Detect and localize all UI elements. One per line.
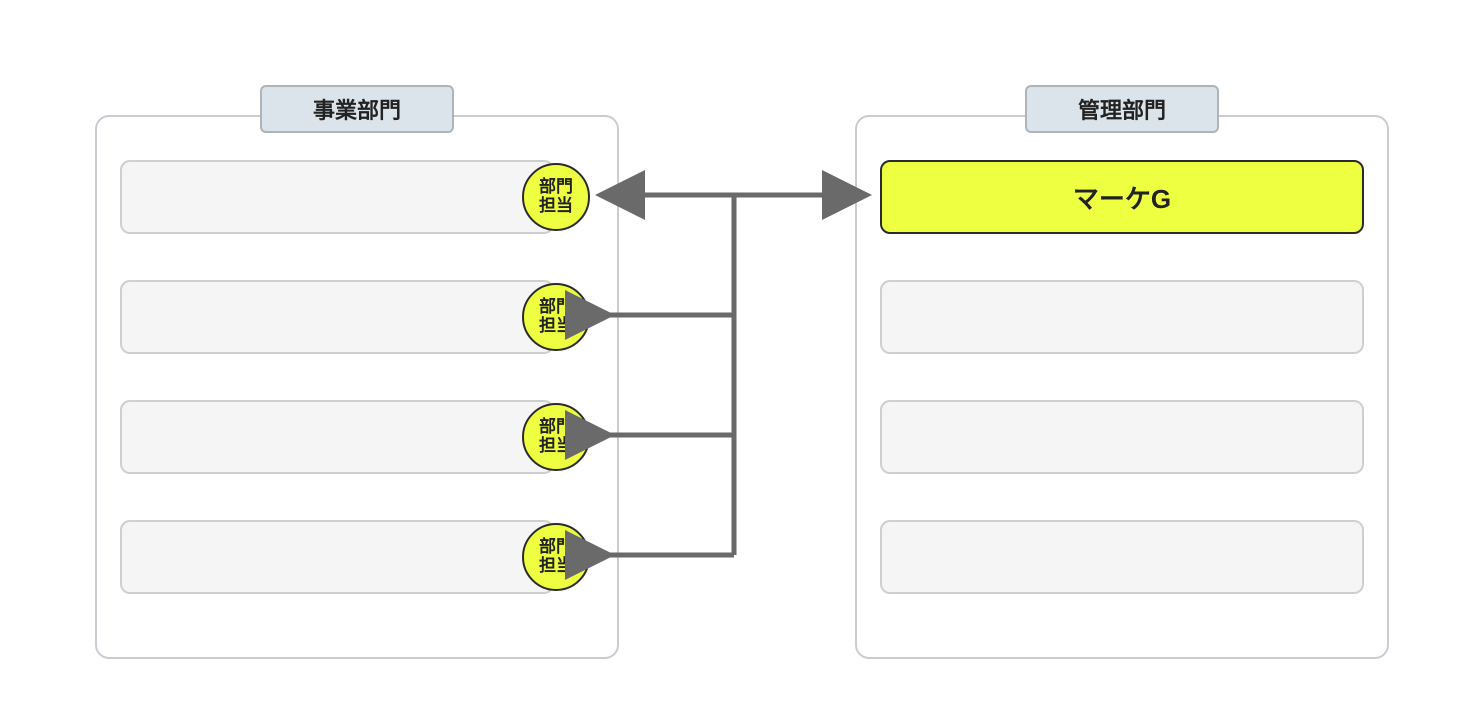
admin-division-label: 管理部門: [1025, 85, 1219, 133]
department-contact-badge: 部門 担当: [522, 523, 590, 591]
badge-line1: 部門: [539, 538, 573, 557]
marketing-group-unit: マーケG: [880, 160, 1364, 234]
business-row: [120, 520, 554, 594]
admin-row: [880, 280, 1364, 354]
badge-line1: 部門: [539, 418, 573, 437]
business-division-label: 事業部門: [260, 85, 454, 133]
badge-line1: 部門: [539, 178, 573, 197]
department-contact-badge: 部門 担当: [522, 283, 590, 351]
department-contact-badge: 部門 担当: [522, 403, 590, 471]
badge-line2: 担当: [539, 197, 573, 216]
marketing-group-unit-text: マーケG: [1073, 179, 1171, 216]
business-row: [120, 400, 554, 474]
business-row: [120, 160, 554, 234]
badge-line2: 担当: [539, 437, 573, 456]
badge-line2: 担当: [539, 317, 573, 336]
admin-row: [880, 400, 1364, 474]
admin-row: [880, 520, 1364, 594]
department-contact-badge: 部門 担当: [522, 163, 590, 231]
badge-line2: 担当: [539, 557, 573, 576]
diagram-canvas: 事業部門 部門 担当 部門 担当 部門 担当 部門 担当 管理部門 マーケG: [0, 0, 1480, 720]
business-row: [120, 280, 554, 354]
business-division-label-text: 事業部門: [313, 93, 401, 125]
badge-line1: 部門: [539, 298, 573, 317]
admin-division-label-text: 管理部門: [1078, 93, 1166, 125]
